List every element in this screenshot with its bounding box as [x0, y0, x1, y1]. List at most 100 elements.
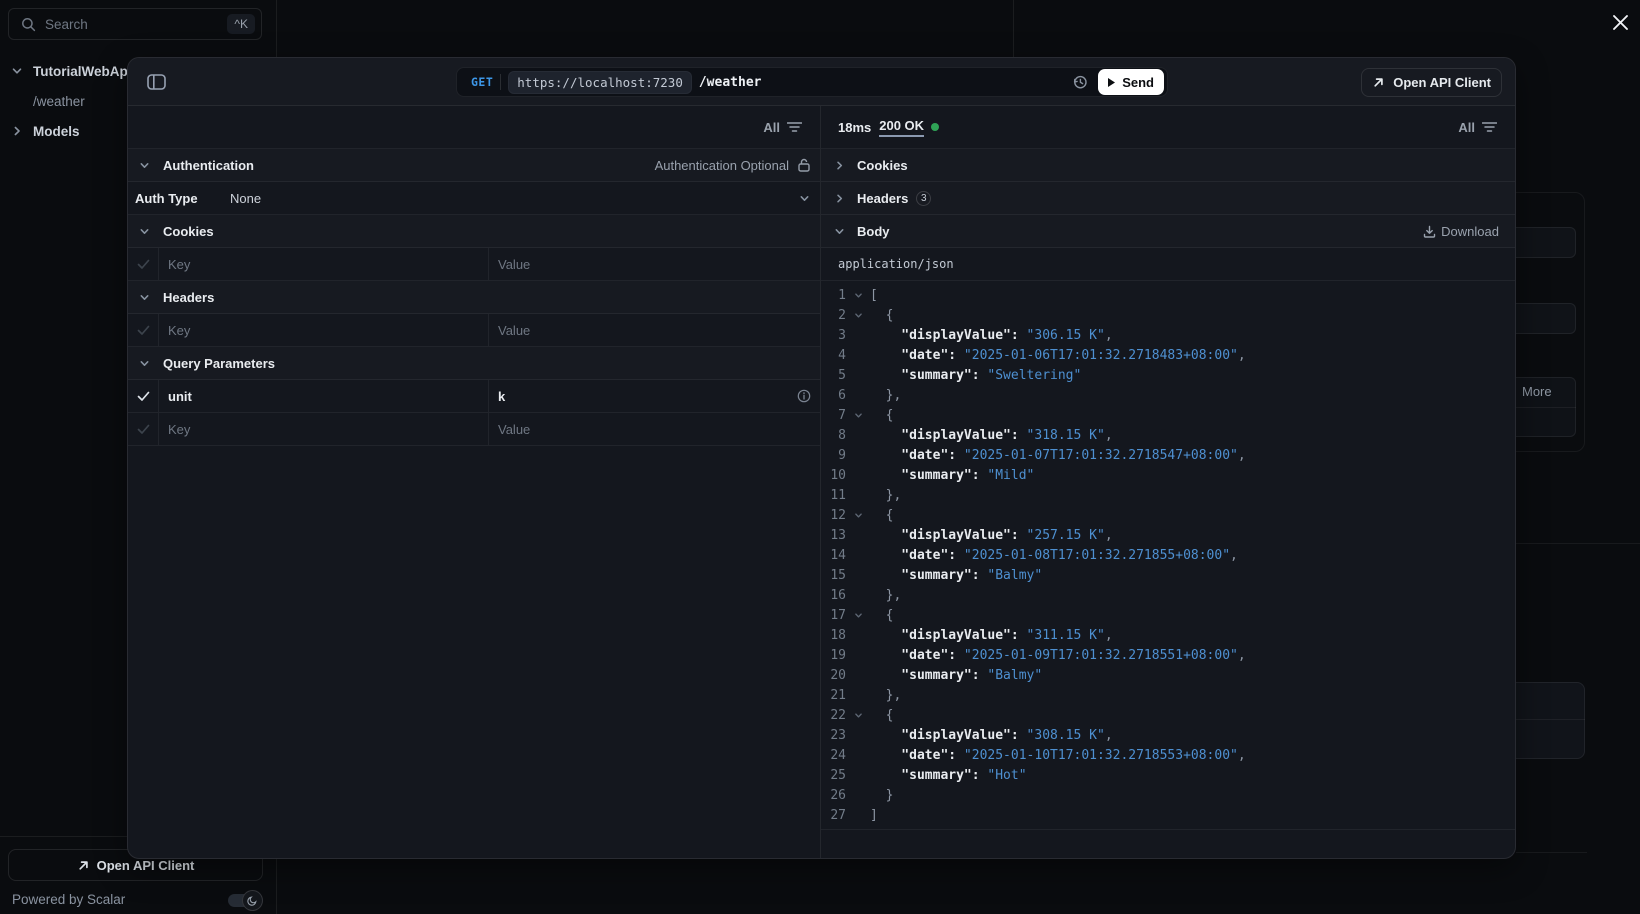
- row-checkbox[interactable]: [128, 413, 159, 445]
- response-section-body[interactable]: Body Download: [821, 215, 1515, 248]
- filter-icon[interactable]: [787, 121, 802, 133]
- api-client-modal: GET https://localhost:7230 /weather Send…: [127, 57, 1516, 859]
- fold-chevron-icon[interactable]: [846, 606, 870, 626]
- value-cell[interactable]: Value: [489, 413, 820, 445]
- line-number: 11: [821, 486, 846, 506]
- value-cell[interactable]: k: [489, 380, 820, 412]
- line-number: 5: [821, 366, 846, 386]
- fold-chevron-icon[interactable]: [846, 286, 870, 306]
- key-cell[interactable]: unit: [159, 380, 489, 412]
- code-line: 22 {: [821, 706, 1515, 726]
- section-headers[interactable]: Headers: [128, 281, 820, 314]
- chevron-down-icon: [799, 193, 810, 204]
- search-icon: [21, 17, 36, 32]
- address-divider: [500, 74, 501, 90]
- code-line: 6 },: [821, 386, 1515, 406]
- code-line: 7 {: [821, 406, 1515, 426]
- dark-mode-toggle[interactable]: [228, 894, 262, 907]
- code-line: 20 "summary": "Balmy": [821, 666, 1515, 686]
- powered-by-scalar[interactable]: Powered by Scalar: [12, 892, 125, 907]
- line-number: 26: [821, 786, 846, 806]
- response-section-headers[interactable]: Headers 3: [821, 182, 1515, 215]
- content-column-border: [1013, 0, 1014, 57]
- sidebar-toggle-button[interactable]: [145, 71, 167, 93]
- line-number: 24: [821, 746, 846, 766]
- response-section-cookies[interactable]: Cookies: [821, 149, 1515, 182]
- code-line: 13 "displayValue": "257.15 K",: [821, 526, 1515, 546]
- section-cookies[interactable]: Cookies: [128, 215, 820, 248]
- content-type-row: application/json: [821, 248, 1515, 281]
- info-icon[interactable]: [797, 389, 811, 403]
- line-number: 3: [821, 326, 846, 346]
- code-line: 14 "date": "2025-01-08T17:01:32.271855+0…: [821, 546, 1515, 566]
- auth-type-select[interactable]: Auth Type None: [128, 182, 820, 215]
- line-number: 17: [821, 606, 846, 626]
- code-line: 11 },: [821, 486, 1515, 506]
- param-row: KeyValue: [128, 413, 820, 446]
- key-cell[interactable]: Key: [159, 413, 489, 445]
- line-number: 23: [821, 726, 846, 746]
- url-path: /weather: [699, 75, 1072, 90]
- search-input[interactable]: Search ^K: [8, 8, 262, 40]
- chevron-down-icon: [139, 358, 150, 369]
- line-number: 27: [821, 806, 846, 826]
- line-number: 4: [821, 346, 846, 366]
- value-cell[interactable]: Value: [489, 314, 820, 346]
- response-duration: 18ms: [838, 120, 871, 135]
- request-filter-all[interactable]: All: [763, 120, 780, 135]
- background-more-label: More: [1522, 384, 1552, 399]
- address-bar[interactable]: GET https://localhost:7230 /weather Send: [456, 67, 1168, 97]
- fold-chevron-icon[interactable]: [846, 506, 870, 526]
- chevron-right-icon: [10, 125, 24, 137]
- history-icon[interactable]: [1072, 74, 1088, 90]
- code-line: 15 "summary": "Balmy": [821, 566, 1515, 586]
- base-url-pill: https://localhost:7230: [508, 71, 692, 94]
- code-line: 5 "summary": "Sweltering": [821, 366, 1515, 386]
- key-cell[interactable]: Key: [159, 314, 489, 346]
- line-number: 2: [821, 306, 846, 326]
- line-number: 8: [821, 426, 846, 446]
- search-shortcut-badge: ^K: [227, 14, 255, 34]
- line-number: 25: [821, 766, 846, 786]
- close-icon[interactable]: [1609, 11, 1631, 33]
- line-number: 14: [821, 546, 846, 566]
- code-line: 23 "displayValue": "308.15 K",: [821, 726, 1515, 746]
- send-button[interactable]: Send: [1098, 69, 1164, 95]
- code-line: 4 "date": "2025-01-06T17:01:32.2718483+0…: [821, 346, 1515, 366]
- code-line: 17 {: [821, 606, 1515, 626]
- response-filter-all[interactable]: All: [1458, 120, 1475, 135]
- fold-chevron-icon[interactable]: [846, 306, 870, 326]
- section-query-parameters[interactable]: Query Parameters: [128, 347, 820, 380]
- key-cell[interactable]: Key: [159, 248, 489, 280]
- response-body-code[interactable]: 1[2 {3 "displayValue": "306.15 K",4 "dat…: [821, 281, 1515, 830]
- chevron-right-icon: [834, 160, 845, 171]
- row-checkbox[interactable]: [128, 380, 159, 412]
- fold-chevron-icon[interactable]: [846, 406, 870, 426]
- line-number: 19: [821, 646, 846, 666]
- code-line: 2 {: [821, 306, 1515, 326]
- line-number: 21: [821, 686, 846, 706]
- download-button[interactable]: Download: [1423, 224, 1499, 239]
- headers-count-badge: 3: [916, 191, 931, 206]
- auth-optional-note: Authentication Optional: [655, 158, 789, 173]
- line-number: 6: [821, 386, 846, 406]
- param-row: unitk: [128, 380, 820, 413]
- line-number: 9: [821, 446, 846, 466]
- param-row: KeyValue: [128, 314, 820, 347]
- code-line: 16 },: [821, 586, 1515, 606]
- param-row: KeyValue: [128, 248, 820, 281]
- code-line: 9 "date": "2025-01-07T17:01:32.2718547+0…: [821, 446, 1515, 466]
- filter-icon[interactable]: [1482, 121, 1497, 133]
- row-checkbox[interactable]: [128, 314, 159, 346]
- value-cell[interactable]: Value: [489, 248, 820, 280]
- modal-header: GET https://localhost:7230 /weather Send…: [128, 58, 1515, 106]
- row-checkbox[interactable]: [128, 248, 159, 280]
- code-line: 8 "displayValue": "318.15 K",: [821, 426, 1515, 446]
- line-number: 10: [821, 466, 846, 486]
- section-authentication[interactable]: Authentication Authentication Optional: [128, 149, 820, 182]
- content-type: application/json: [838, 257, 954, 271]
- fold-chevron-icon[interactable]: [846, 706, 870, 726]
- code-line: 21 },: [821, 686, 1515, 706]
- response-status-row: 18ms 200 OK All: [821, 106, 1515, 149]
- open-api-client-button[interactable]: Open API Client: [1361, 68, 1502, 97]
